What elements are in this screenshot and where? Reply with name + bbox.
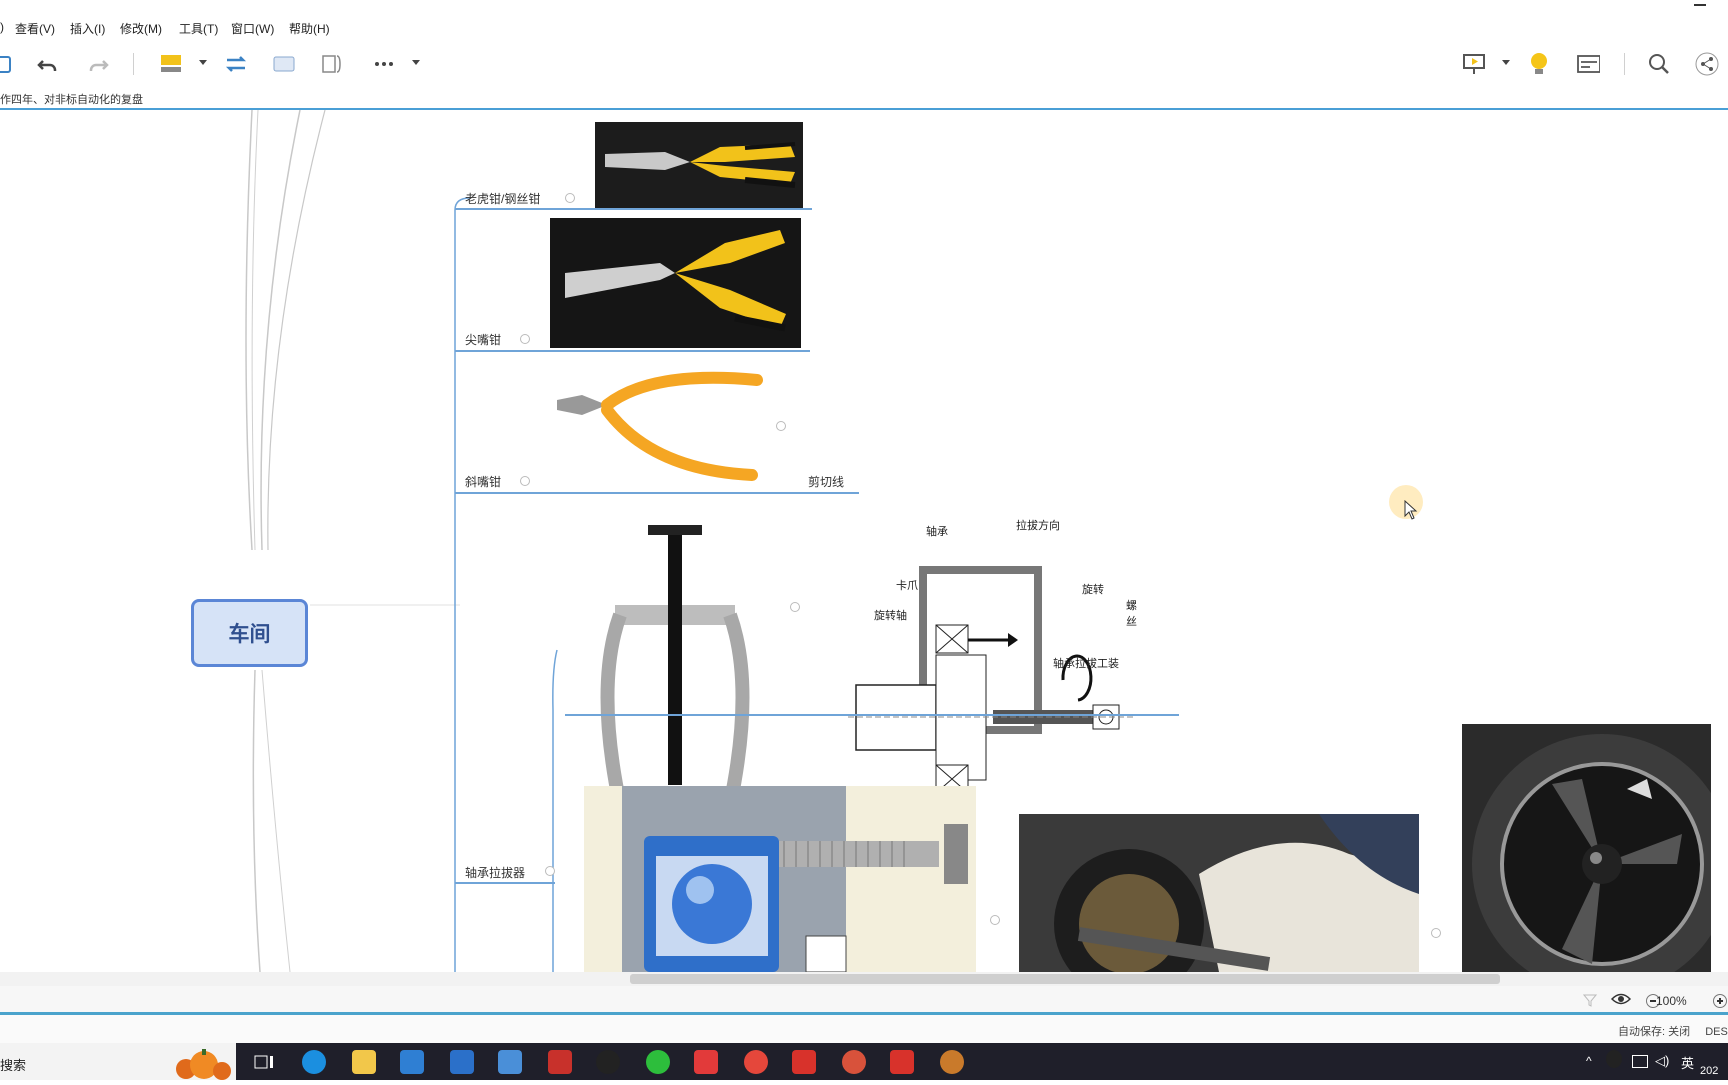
puller-in-use-photo bbox=[1019, 814, 1419, 972]
desktop-label: DES bbox=[1705, 1026, 1728, 1038]
qq-icon[interactable] bbox=[596, 1050, 620, 1074]
wechat-icon[interactable] bbox=[646, 1050, 670, 1074]
document-title: 作四年、对非标自动化的复盘 bbox=[0, 94, 143, 106]
chevron-down-icon[interactable] bbox=[412, 60, 420, 65]
save-icon[interactable] bbox=[0, 52, 16, 76]
bearing-puller-diagram: 轴承 拉拔方向 卡爪 旋转 旋转轴 螺丝 轴承拉拔工装 bbox=[848, 515, 1138, 825]
taskbar-search-text: 搜索 bbox=[0, 1058, 27, 1073]
boundary-icon[interactable] bbox=[272, 52, 296, 76]
edge-browser-icon[interactable] bbox=[302, 1050, 326, 1074]
collapse-toggle[interactable] bbox=[776, 421, 786, 431]
branch-underline bbox=[455, 882, 555, 884]
search-icon[interactable] bbox=[1647, 52, 1671, 76]
more-icon[interactable] bbox=[372, 52, 396, 76]
redo-icon[interactable] bbox=[86, 52, 110, 76]
autosave-label: 自动保存: 关闭 bbox=[1618, 1026, 1691, 1038]
bearing-puller-image bbox=[590, 505, 760, 815]
xmind-icon[interactable] bbox=[792, 1050, 816, 1074]
puller-closeup-photo bbox=[1462, 724, 1711, 972]
youdao-icon[interactable] bbox=[694, 1050, 718, 1074]
zoom-level[interactable]: 100% bbox=[1656, 994, 1687, 1008]
summary-icon[interactable] bbox=[320, 52, 344, 76]
collapse-toggle[interactable] bbox=[1431, 928, 1441, 938]
connector-lines bbox=[245, 110, 558, 972]
app-icon[interactable] bbox=[842, 1050, 866, 1074]
menu-insert[interactable]: 插入(I) bbox=[70, 20, 105, 37]
mouse-cursor-icon bbox=[1404, 500, 1418, 520]
diagonal-pliers-image bbox=[552, 360, 767, 485]
branch-label-needle-nose-pliers[interactable]: 尖嘴钳 bbox=[465, 331, 501, 348]
tray-chevron-up-icon[interactable]: ^ bbox=[1586, 1054, 1592, 1068]
collapse-toggle[interactable] bbox=[520, 334, 530, 344]
toolbar-separator bbox=[1624, 53, 1625, 75]
bearing-section-image bbox=[584, 786, 976, 972]
network-icon[interactable] bbox=[1632, 1055, 1648, 1068]
input-language[interactable]: 英 bbox=[1681, 1053, 1694, 1072]
diagram-label-shaft: 旋转轴 bbox=[874, 610, 907, 622]
file-explorer-icon[interactable] bbox=[352, 1050, 376, 1074]
mindmap-canvas[interactable]: 车间 老虎钳/钢丝钳 尖嘴钳 斜嘴钳 剪切线 轴承 拉拔方向 卡爪 旋转 旋转轴… bbox=[0, 110, 1728, 972]
chevron-down-icon[interactable] bbox=[199, 60, 207, 65]
combination-pliers-image bbox=[595, 122, 803, 208]
style-icon[interactable] bbox=[159, 52, 183, 76]
app-icon[interactable] bbox=[940, 1050, 964, 1074]
collapse-toggle[interactable] bbox=[990, 915, 1000, 925]
undo-icon[interactable] bbox=[36, 52, 60, 76]
mail-icon[interactable] bbox=[450, 1050, 474, 1074]
calculator-icon[interactable] bbox=[498, 1050, 522, 1074]
central-topic-label: 车间 bbox=[228, 623, 271, 646]
qq-tray-icon[interactable] bbox=[1606, 1050, 1622, 1068]
menu-bar: ) 查看(V) 插入(I) 修改(M) 工具(T) 窗口(W) 帮助(H) bbox=[0, 0, 1728, 40]
branch-note-cutting-wire[interactable]: 剪切线 bbox=[808, 473, 844, 490]
menu-window[interactable]: 窗口(W) bbox=[231, 20, 274, 37]
horizontal-scrollbar-thumb[interactable] bbox=[630, 974, 1500, 984]
diagram-label-screw: 螺丝 bbox=[1126, 600, 1137, 628]
xmind-active-icon[interactable] bbox=[890, 1050, 914, 1074]
diagram-label-claw: 卡爪 bbox=[896, 580, 918, 592]
branch-label-bearing-puller[interactable]: 轴承拉拔器 bbox=[465, 864, 525, 881]
collapse-toggle[interactable] bbox=[790, 602, 800, 612]
needle-nose-pliers-image bbox=[550, 218, 801, 348]
task-view-icon[interactable] bbox=[252, 1050, 276, 1074]
menu-view[interactable]: 查看(V) bbox=[15, 20, 55, 37]
outline-icon[interactable] bbox=[1576, 52, 1600, 76]
toolbar-separator bbox=[133, 53, 134, 75]
branch-underline bbox=[565, 714, 1179, 716]
presentation-icon[interactable] bbox=[1461, 52, 1485, 76]
pumpkin-decoration-icon bbox=[168, 1047, 234, 1080]
menu-modify[interactable]: 修改(M) bbox=[120, 20, 162, 37]
volume-icon[interactable]: ◁) bbox=[1655, 1053, 1669, 1069]
chevron-down-icon[interactable] bbox=[1502, 60, 1510, 65]
eye-icon[interactable] bbox=[1610, 992, 1632, 1011]
share-icon[interactable] bbox=[1695, 52, 1719, 76]
central-topic[interactable]: 车间 bbox=[191, 599, 308, 667]
diagram-label-tool: 轴承拉拔工装 bbox=[1053, 658, 1119, 670]
zoom-in-icon[interactable] bbox=[1713, 994, 1727, 1008]
relationship-icon[interactable] bbox=[224, 52, 248, 76]
autosave-status[interactable]: 自动保存: 关闭 DES bbox=[1618, 1023, 1728, 1039]
diagram-label-rotate: 旋转 bbox=[1082, 584, 1104, 596]
collapse-toggle[interactable] bbox=[520, 476, 530, 486]
diagram-label-pull-direction: 拉拔方向 bbox=[1016, 520, 1060, 532]
minimize-icon[interactable] bbox=[1694, 4, 1706, 6]
store-icon[interactable] bbox=[400, 1050, 424, 1074]
menu-edge: ) bbox=[0, 20, 4, 34]
solidworks-icon[interactable] bbox=[548, 1050, 572, 1074]
collapse-toggle[interactable] bbox=[565, 193, 575, 203]
filter-icon[interactable] bbox=[1582, 993, 1598, 1012]
branch-label-diagonal-pliers[interactable]: 斜嘴钳 bbox=[465, 473, 501, 490]
diagram-label-bearing: 轴承 bbox=[926, 526, 948, 538]
branch-label-combination-pliers[interactable]: 老虎钳/钢丝钳 bbox=[465, 190, 540, 207]
branch-underline bbox=[455, 492, 859, 494]
clock-date[interactable]: 202 bbox=[1700, 1065, 1718, 1077]
info-bar bbox=[0, 1015, 1728, 1043]
menu-help[interactable]: 帮助(H) bbox=[289, 20, 330, 37]
lightbulb-icon[interactable] bbox=[1527, 52, 1551, 76]
branch-underline bbox=[455, 208, 812, 210]
menu-tools[interactable]: 工具(T) bbox=[179, 20, 218, 37]
branch-underline bbox=[455, 350, 810, 352]
collapse-toggle[interactable] bbox=[545, 866, 555, 876]
status-bar bbox=[0, 986, 1728, 1012]
chrome-icon[interactable] bbox=[744, 1050, 768, 1074]
